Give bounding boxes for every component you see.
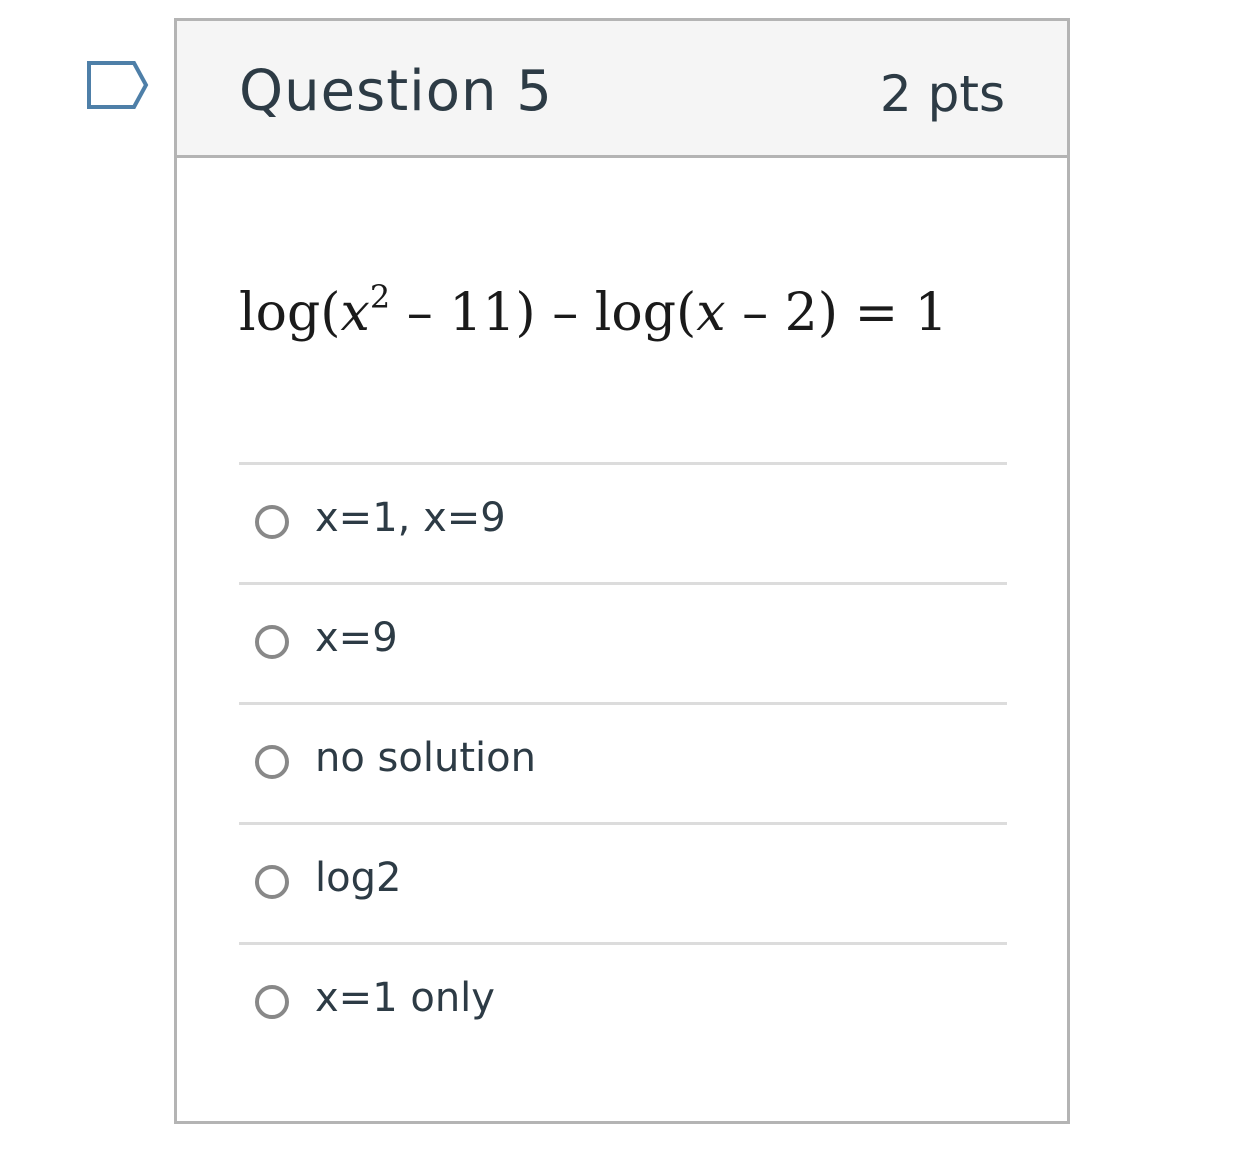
answer-option[interactable]: no solution <box>239 702 1007 822</box>
question-header: Question 5 2 pts <box>177 21 1067 158</box>
question-points: 2 pts <box>879 65 1005 123</box>
answer-list: x=1, x=9 x=9 no solution log2 x=1 only <box>239 462 1007 1062</box>
answer-label[interactable]: x=1, x=9 <box>315 495 506 541</box>
answer-label[interactable]: log2 <box>315 855 401 901</box>
question-title: Question 5 <box>239 59 553 124</box>
equation-part: – 2) = 1 <box>725 283 948 343</box>
question-equation: log(x2 – 11) – log(x – 2) = 1 <box>239 281 948 343</box>
equation-exponent: 2 <box>369 278 391 316</box>
equation-part: – 11) – log( <box>390 283 697 343</box>
equation-variable: x <box>696 283 726 343</box>
answer-label[interactable]: no solution <box>315 735 536 781</box>
answer-label[interactable]: x=1 only <box>315 975 495 1021</box>
answer-option[interactable]: log2 <box>239 822 1007 942</box>
flag-question-icon[interactable] <box>86 60 150 112</box>
answer-option[interactable]: x=9 <box>239 582 1007 702</box>
equation-variable: x <box>340 283 370 343</box>
answer-option[interactable]: x=1, x=9 <box>239 462 1007 582</box>
answer-option[interactable]: x=1 only <box>239 942 1007 1062</box>
equation-part: log( <box>239 283 341 343</box>
radio-button[interactable] <box>255 985 289 1019</box>
answer-label[interactable]: x=9 <box>315 615 398 661</box>
radio-button[interactable] <box>255 865 289 899</box>
radio-button[interactable] <box>255 625 289 659</box>
radio-button[interactable] <box>255 745 289 779</box>
radio-button[interactable] <box>255 505 289 539</box>
question-card: Question 5 2 pts log(x2 – 11) – log(x – … <box>174 18 1070 1124</box>
